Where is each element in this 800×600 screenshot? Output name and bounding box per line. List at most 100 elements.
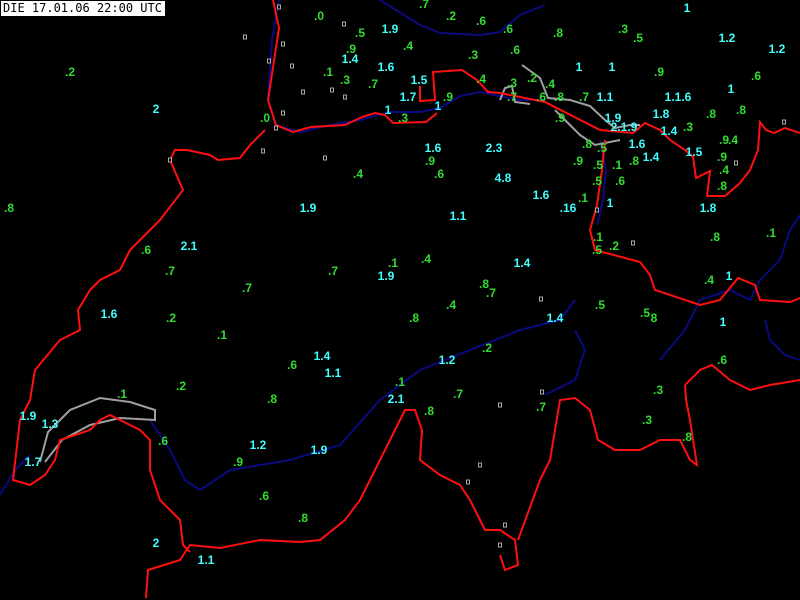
town-marker [323, 155, 327, 161]
station-value: 1.4 [660, 124, 678, 138]
town-marker [290, 63, 294, 69]
station-value: .8 [716, 179, 728, 193]
station-value: 1 [725, 269, 733, 283]
station-value: 1.5 [685, 145, 703, 159]
station-value: .8 [581, 137, 593, 151]
station-value: .6 [433, 167, 445, 181]
station-value: .1 [394, 375, 406, 389]
station-value: .5 [639, 306, 651, 320]
station-value: .7 [485, 286, 497, 300]
station-value: .3 [339, 73, 351, 87]
station-value: .6 [502, 22, 514, 36]
station-value: .3 [506, 76, 518, 90]
town-marker [168, 157, 172, 163]
station-value: 1.3 [41, 417, 59, 431]
station-value: .6 [716, 353, 728, 367]
station-value: 1.6 [628, 137, 646, 151]
station-value: .5 [592, 158, 604, 172]
station-value: .2 [608, 239, 620, 253]
station-value: .7 [578, 90, 590, 104]
station-value: 4.8 [494, 171, 512, 185]
station-value: .8 [705, 107, 717, 121]
town-marker [782, 119, 786, 125]
station-value: .9 [572, 154, 584, 168]
station-value: .6 [157, 434, 169, 448]
station-value: .8 [628, 154, 640, 168]
station-value: .4 [727, 133, 739, 147]
station-value: 1 [606, 196, 614, 210]
station-value: .4 [703, 273, 715, 287]
station-value: 1.6 [377, 60, 395, 74]
station-value: .6 [475, 14, 487, 28]
town-marker [342, 21, 346, 27]
station-value: .4 [445, 298, 457, 312]
station-value: .6 [535, 90, 547, 104]
border-south-east [684, 363, 800, 392]
station-value: .1 [765, 226, 777, 240]
station-value: 1.1.6 [664, 90, 692, 104]
station-value: .1 [116, 387, 128, 401]
station-value: .5 [594, 298, 606, 312]
station-value: 1 [683, 1, 691, 15]
station-value: 1.7 [399, 90, 417, 104]
station-value: .8 [297, 511, 309, 525]
station-value: 1 [434, 99, 442, 113]
town-marker [277, 4, 281, 10]
station-value: .6 [258, 489, 270, 503]
station-value: 1.9 [381, 22, 399, 36]
station-value: .9 [442, 90, 454, 104]
station-value: .0 [259, 111, 271, 125]
station-value: .9 [716, 150, 728, 164]
station-value: .8 [709, 230, 721, 244]
station-value: .9 [232, 455, 244, 469]
station-value: 1 [608, 60, 616, 74]
station-value: .8 [553, 90, 565, 104]
station-value: 1 [575, 60, 583, 74]
station-value: 1 [384, 103, 392, 117]
station-value: 2 [152, 536, 160, 550]
station-value: .6 [614, 174, 626, 188]
station-value: 1.7 [24, 455, 42, 469]
station-value: .3 [682, 120, 694, 134]
station-value: 1.1 [596, 90, 614, 104]
station-value: .1 [577, 191, 589, 205]
station-value: .4 [420, 252, 432, 266]
station-value: 2.1 [387, 392, 405, 406]
river-ticino [544, 329, 587, 396]
station-value: .3 [617, 22, 629, 36]
town-marker [631, 240, 635, 246]
station-value: .2 [445, 9, 457, 23]
station-value: .4 [352, 167, 364, 181]
station-value: 1.9 [299, 201, 317, 215]
station-value: 1.2 [768, 42, 786, 56]
station-value: .4 [544, 77, 556, 91]
river-east-2 [764, 319, 800, 361]
border-south [145, 409, 520, 599]
town-marker [539, 296, 543, 302]
station-value: .1 [611, 158, 623, 172]
station-value: 1.4 [313, 349, 331, 363]
station-value: .2 [526, 71, 538, 85]
station-value: 1.4 [513, 256, 531, 270]
station-value: 1 [727, 82, 735, 96]
station-value: .3 [397, 111, 409, 125]
station-value: .5 [596, 141, 608, 155]
station-value: 1.6 [100, 307, 118, 321]
station-value: .8 [266, 392, 278, 406]
station-value: .8 [408, 311, 420, 325]
station-value: 2.1.9 [610, 120, 638, 134]
town-marker [274, 125, 278, 131]
station-value: .5 [632, 31, 644, 45]
station-value: 2.1 [180, 239, 198, 253]
station-value: .9 [424, 154, 436, 168]
town-marker [243, 34, 247, 40]
station-value: .8 [681, 430, 693, 444]
station-value: .8 [735, 103, 747, 117]
station-value: 1.9 [310, 443, 328, 457]
town-marker [498, 542, 502, 548]
border-west [11, 129, 266, 553]
station-value: .5 [354, 26, 366, 40]
station-value: .2 [481, 341, 493, 355]
station-value: 1.1 [324, 366, 342, 380]
station-value: 1.8 [699, 201, 717, 215]
